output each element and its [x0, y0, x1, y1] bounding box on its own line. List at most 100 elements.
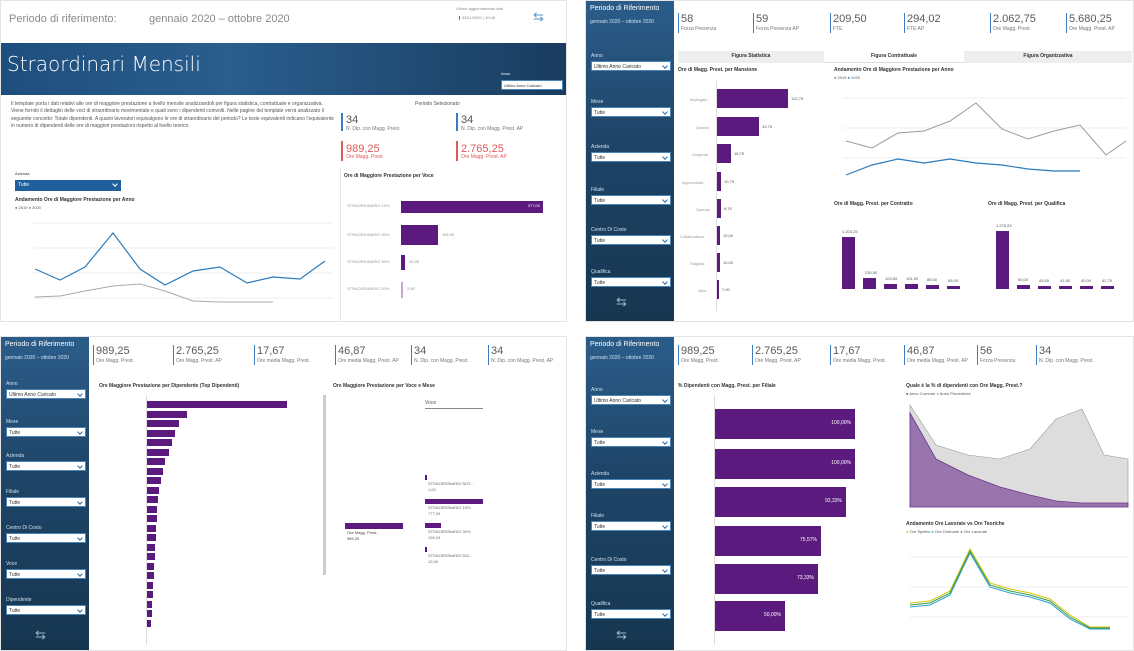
logo-icon: ⇆ — [616, 627, 627, 642]
filiale-dropdown[interactable]: Tutte — [6, 497, 86, 507]
bar — [996, 231, 1009, 289]
bar — [147, 601, 152, 608]
bar — [717, 226, 720, 245]
bar — [1038, 286, 1051, 289]
bar — [926, 285, 939, 289]
percent-area-title: Quale è la % di dipendenti con Ore Magg.… — [906, 383, 1023, 389]
azienda-label: Azienda — [15, 171, 30, 176]
series-2020-line — [845, 158, 1080, 176]
mese-dropdown[interactable]: Tutte — [591, 437, 671, 447]
azienda-dropdown[interactable]: Tutte — [591, 152, 671, 162]
bar — [401, 225, 438, 245]
bar — [147, 553, 155, 560]
bar — [1101, 286, 1114, 289]
bar: 100,00% — [715, 449, 855, 479]
kpi-label: Ore media Magg. Prest. — [257, 358, 311, 364]
kpi-label: Ore Magg. Prest. AP — [755, 358, 801, 364]
branch-bar — [425, 547, 427, 552]
kpi-value: 34 — [414, 345, 427, 357]
root-bar — [345, 523, 403, 529]
azienda-dropdown[interactable]: Tutte — [6, 461, 86, 471]
area-legend: ● Anno Corrente ● Anno Precedente — [906, 391, 971, 396]
kpi-value: 2.765,25 — [176, 345, 219, 357]
bar — [147, 620, 151, 627]
mese-dropdown[interactable]: Tutte — [6, 427, 86, 437]
bar-label: STRAORDINARIO 20% — [347, 286, 390, 291]
mansione-chart-title: Ore di Magg. Prest. per Mansione — [678, 67, 758, 73]
bar — [147, 563, 154, 570]
kpi-value: 34 — [491, 345, 504, 357]
kpi-value: 2.765,25 — [755, 345, 798, 357]
line-legend: ● 2019 ● 2020 — [15, 205, 42, 210]
line-legend: ● 2019 ● 2020 — [834, 75, 861, 80]
bar — [147, 610, 152, 617]
kpi-label: Ore Magg. Prest. — [681, 358, 720, 364]
period-value: gennaio 2020 – ottobre 2020 — [5, 355, 69, 361]
filter-sidebar: Periodo di Riferimento gennaio 2020 – ot… — [1, 337, 89, 650]
periodo-selezionato: Periodo Selezionato — [415, 101, 460, 107]
kpi-label: Forza Presenza — [980, 358, 1016, 364]
kpi-label: Ore Magg. Prest. — [993, 26, 1032, 32]
bar — [147, 468, 163, 475]
centro-costo-dropdown[interactable]: Tutte — [6, 533, 86, 543]
logo-icon: ⇆ — [533, 9, 544, 24]
description-text: Il template porta i dati relativi alle o… — [11, 101, 335, 129]
kpi-value: 17,67 — [257, 345, 285, 357]
page-title: Straordinari Mensili — [7, 52, 201, 76]
filiale-dropdown[interactable]: Tutte — [591, 521, 671, 531]
kpi-value: 34 — [461, 114, 474, 126]
qualifica-dropdown[interactable]: Tutte — [591, 277, 671, 287]
qualifica-dropdown[interactable]: Tutte — [591, 609, 671, 619]
bar — [717, 117, 759, 136]
bar — [147, 506, 157, 513]
bar: 377,00 — [401, 201, 543, 213]
azienda-dropdown[interactable]: Tutte — [15, 180, 121, 191]
tab-figura-contrattuale[interactable]: Figura Contrattuale — [824, 51, 964, 63]
scrollbar[interactable] — [323, 395, 326, 575]
bar — [147, 544, 155, 551]
update-value: 03/11/2020 | 10:48 — [459, 15, 495, 21]
kpi-value: 989,25 — [96, 345, 130, 357]
tab-figura-organizzativa[interactable]: Figura Organizzativa — [964, 51, 1132, 63]
figura-panel: Periodo di Riferimento gennaio 2020 – ot… — [585, 0, 1134, 322]
centro-costo-dropdown[interactable]: Tutte — [591, 235, 671, 245]
kpi-label: N. Dip. con Magg. Prest. AP — [461, 126, 524, 132]
kpi-label: FTE — [833, 26, 843, 32]
bar — [1080, 286, 1093, 289]
tab-figura-statistica[interactable]: Figura Statistica — [678, 51, 824, 63]
kpi-value: 34 — [1039, 345, 1052, 357]
bar — [1059, 286, 1072, 289]
kpi-value: 2.062,75 — [993, 13, 1036, 25]
dipendente-dropdown[interactable]: Tutte — [6, 605, 86, 615]
voce-selector[interactable]: Voce — [425, 400, 483, 409]
kpi-label: Ore Magg. Prest. — [346, 154, 385, 160]
filiale-dropdown[interactable]: Tutte — [591, 195, 671, 205]
ore-line-title: Andamento Ore Lavorate vs Ore Teoriche — [906, 521, 1005, 527]
bar — [147, 411, 187, 418]
period-value: gennaio 2020 – ottobre 2020 — [590, 355, 654, 361]
dipendenti-chart-title: Ore Maggiore Prestazione per Dipendente … — [99, 383, 240, 389]
bar — [1017, 285, 1030, 289]
anno-dropdown[interactable]: Ultimo Anno Caricato — [6, 389, 86, 399]
anno-dropdown[interactable]: Ultimo Anno Caricato — [591, 61, 671, 71]
contratto-chart-title: Ore di Magg. Prest. per Contratto — [834, 201, 913, 207]
mese-dropdown[interactable]: Tutte — [591, 107, 671, 117]
kpi-label: N. Dip. con Magg. Prest. — [414, 358, 469, 364]
year-line-title: Andamento Ore di Maggiore Prestazione pe… — [834, 67, 954, 73]
anno-dropdown[interactable]: Ultimo Anno Caricato — [501, 80, 563, 90]
kpi-label: Ore Magg. Prest. AP — [1069, 26, 1115, 32]
azienda-dropdown[interactable]: Tutte — [591, 479, 671, 489]
anno-label: Anno — [501, 71, 511, 76]
line-chart — [33, 222, 333, 303]
period-label: Periodo di Riferimento — [590, 5, 660, 12]
bar — [717, 144, 731, 163]
centro-costo-dropdown[interactable]: Tutte — [591, 565, 671, 575]
year-line-chart — [844, 97, 1127, 176]
voce-dropdown[interactable]: Tutte — [6, 569, 86, 579]
bar — [717, 89, 788, 108]
kpi-value: 34 — [346, 114, 359, 126]
period-value: gennaio 2020 – ottobre 2020 — [590, 19, 654, 25]
kpi-label: Ore media Magg. Prest. AP — [907, 358, 968, 364]
bar — [401, 255, 405, 270]
anno-dropdown[interactable]: Ultimo Anno Caricato — [591, 395, 671, 405]
